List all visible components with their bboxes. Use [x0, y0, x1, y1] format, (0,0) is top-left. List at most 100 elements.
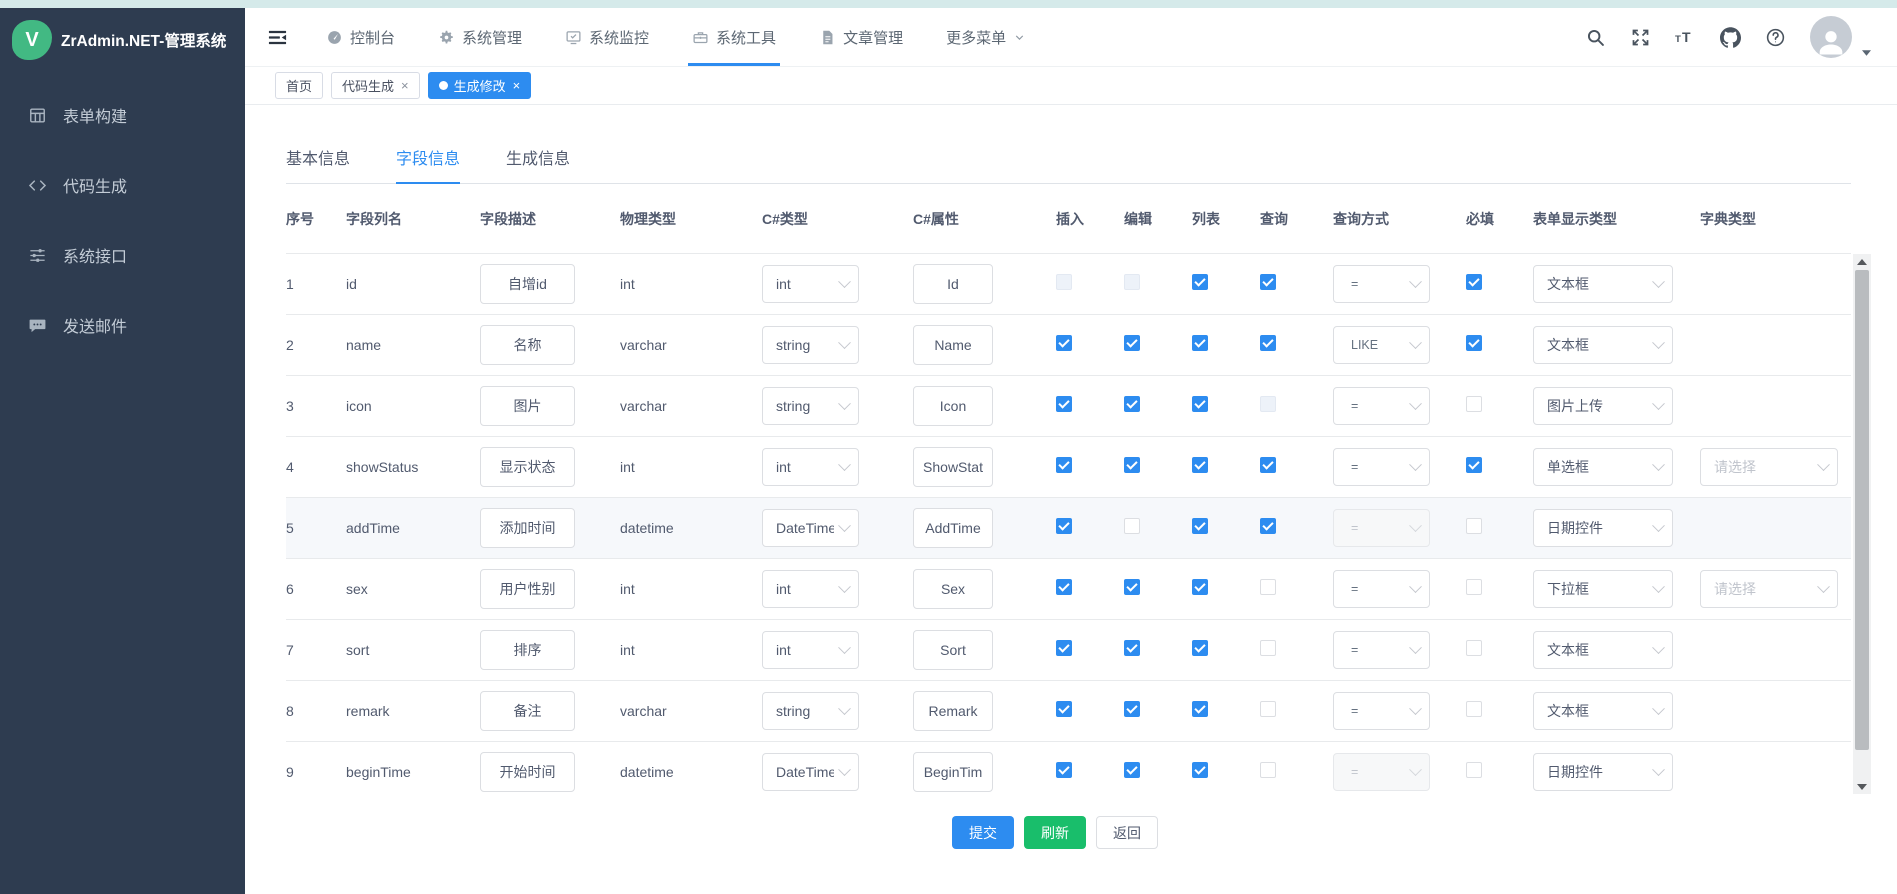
- display-type-select[interactable]: 单选框: [1533, 448, 1673, 486]
- sidebar-item-code-generator[interactable]: 代码生成: [0, 150, 245, 220]
- required-checkbox[interactable]: [1466, 762, 1482, 778]
- query-checkbox[interactable]: [1260, 518, 1276, 534]
- cs-type-select[interactable]: DateTime: [762, 509, 859, 547]
- tag-home[interactable]: 首页: [275, 72, 323, 99]
- query-type-select[interactable]: =: [1333, 570, 1430, 608]
- list-checkbox[interactable]: [1192, 579, 1208, 595]
- required-checkbox[interactable]: [1466, 457, 1482, 473]
- cs-type-select[interactable]: int: [762, 448, 859, 486]
- cs-type-select[interactable]: string: [762, 326, 859, 364]
- required-checkbox[interactable]: [1466, 396, 1482, 412]
- query-type-select[interactable]: =: [1333, 448, 1430, 486]
- query-type-select[interactable]: =: [1333, 692, 1430, 730]
- close-icon[interactable]: ×: [513, 79, 521, 92]
- list-checkbox[interactable]: [1192, 640, 1208, 656]
- help-icon[interactable]: [1765, 27, 1786, 48]
- edit-checkbox[interactable]: [1124, 762, 1140, 778]
- submit-button[interactable]: 提交: [952, 816, 1014, 849]
- sidebar-item-form-builder[interactable]: 表单构建: [0, 80, 245, 150]
- tab-field-info[interactable]: 字段信息: [396, 145, 460, 183]
- query-checkbox[interactable]: [1260, 701, 1276, 717]
- refresh-button[interactable]: 刷新: [1024, 816, 1086, 849]
- table-scrollbar[interactable]: [1853, 254, 1871, 794]
- field-description-input[interactable]: [480, 386, 575, 426]
- close-icon[interactable]: ×: [401, 79, 409, 92]
- query-type-select[interactable]: =: [1333, 265, 1430, 303]
- query-type-select[interactable]: LIKE: [1333, 326, 1430, 364]
- list-checkbox[interactable]: [1192, 701, 1208, 717]
- dict-type-select[interactable]: 请选择: [1700, 448, 1838, 486]
- edit-checkbox[interactable]: [1124, 701, 1140, 717]
- edit-checkbox[interactable]: [1124, 335, 1140, 351]
- tab-generate-info[interactable]: 生成信息: [506, 145, 570, 183]
- field-description-input[interactable]: [480, 691, 575, 731]
- search-icon[interactable]: [1585, 27, 1606, 48]
- query-checkbox[interactable]: [1260, 335, 1276, 351]
- field-description-input[interactable]: [480, 325, 575, 365]
- list-checkbox[interactable]: [1192, 396, 1208, 412]
- cs-property-input[interactable]: [913, 569, 993, 609]
- required-checkbox[interactable]: [1466, 274, 1482, 290]
- cs-type-select[interactable]: string: [762, 692, 859, 730]
- nav-item-system-tools[interactable]: 系统工具: [692, 8, 776, 66]
- cs-property-input[interactable]: [913, 386, 993, 426]
- cs-type-select[interactable]: string: [762, 387, 859, 425]
- required-checkbox[interactable]: [1466, 518, 1482, 534]
- insert-checkbox[interactable]: [1056, 579, 1072, 595]
- nav-item-article-admin[interactable]: 文章管理: [819, 8, 903, 66]
- nav-item-more-menu[interactable]: 更多菜单: [946, 8, 1026, 66]
- query-checkbox[interactable]: [1260, 640, 1276, 656]
- edit-checkbox[interactable]: [1124, 396, 1140, 412]
- sidebar-item-system-api[interactable]: 系统接口: [0, 220, 245, 290]
- scroll-up-icon[interactable]: [1853, 254, 1871, 269]
- field-description-input[interactable]: [480, 264, 575, 304]
- insert-checkbox[interactable]: [1056, 701, 1072, 717]
- insert-checkbox[interactable]: [1056, 518, 1072, 534]
- insert-checkbox[interactable]: [1056, 640, 1072, 656]
- dict-type-select[interactable]: 请选择: [1700, 570, 1838, 608]
- github-icon[interactable]: [1720, 27, 1741, 48]
- field-description-input[interactable]: [480, 447, 575, 487]
- display-type-select[interactable]: 下拉框: [1533, 570, 1673, 608]
- display-type-select[interactable]: 文本框: [1533, 692, 1673, 730]
- cs-property-input[interactable]: [913, 264, 993, 304]
- tag-code-gen[interactable]: 代码生成×: [331, 72, 420, 99]
- edit-checkbox[interactable]: [1124, 457, 1140, 473]
- query-type-select[interactable]: =: [1333, 387, 1430, 425]
- font-size-icon[interactable]: TT: [1675, 27, 1696, 48]
- query-checkbox[interactable]: [1260, 579, 1276, 595]
- cs-type-select[interactable]: int: [762, 265, 859, 303]
- required-checkbox[interactable]: [1466, 640, 1482, 656]
- field-description-input[interactable]: [480, 630, 575, 670]
- required-checkbox[interactable]: [1466, 579, 1482, 595]
- field-description-input[interactable]: [480, 508, 575, 548]
- field-description-input[interactable]: [480, 569, 575, 609]
- nav-item-system-admin[interactable]: 系统管理: [438, 8, 522, 66]
- display-type-select[interactable]: 日期控件: [1533, 753, 1673, 791]
- query-checkbox[interactable]: [1260, 274, 1276, 290]
- list-checkbox[interactable]: [1192, 457, 1208, 473]
- cs-property-input[interactable]: [913, 752, 993, 792]
- cs-property-input[interactable]: [913, 630, 993, 670]
- display-type-select[interactable]: 文本框: [1533, 326, 1673, 364]
- scrollbar-thumb[interactable]: [1855, 270, 1869, 750]
- insert-checkbox[interactable]: [1056, 457, 1072, 473]
- query-type-select[interactable]: =: [1333, 631, 1430, 669]
- edit-checkbox[interactable]: [1124, 518, 1140, 534]
- scroll-down-icon[interactable]: [1853, 779, 1871, 794]
- list-checkbox[interactable]: [1192, 518, 1208, 534]
- display-type-select[interactable]: 文本框: [1533, 631, 1673, 669]
- required-checkbox[interactable]: [1466, 701, 1482, 717]
- nav-item-console[interactable]: 控制台: [326, 8, 395, 66]
- nav-item-system-monitor[interactable]: 系统监控: [565, 8, 649, 66]
- field-description-input[interactable]: [480, 752, 575, 792]
- insert-checkbox[interactable]: [1056, 335, 1072, 351]
- caret-down-icon[interactable]: [1862, 50, 1871, 56]
- tag-gen-edit[interactable]: 生成修改×: [428, 72, 532, 99]
- query-checkbox[interactable]: [1260, 457, 1276, 473]
- cs-type-select[interactable]: int: [762, 631, 859, 669]
- list-checkbox[interactable]: [1192, 335, 1208, 351]
- cs-property-input[interactable]: [913, 691, 993, 731]
- edit-checkbox[interactable]: [1124, 640, 1140, 656]
- tab-basic-info[interactable]: 基本信息: [286, 145, 350, 183]
